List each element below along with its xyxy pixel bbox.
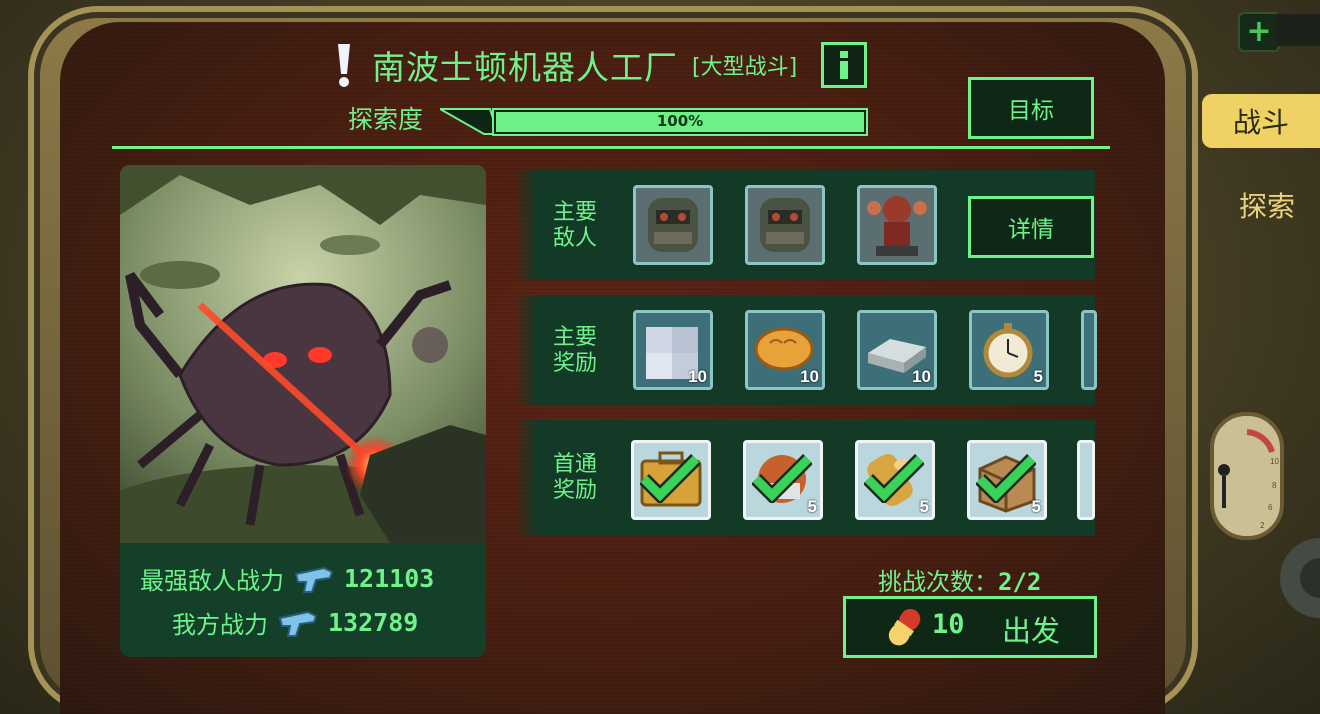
header-divider	[112, 146, 1110, 149]
pistol-icon	[278, 610, 318, 637]
svg-text:2: 2	[1260, 521, 1265, 530]
power-armor-robot-icon	[648, 198, 698, 252]
explore-progress: 100%	[440, 106, 868, 136]
gear-icon	[1272, 530, 1320, 626]
plus-icon: +	[1246, 14, 1272, 49]
checkmark-icon	[752, 454, 812, 503]
add-button[interactable]: +	[1238, 12, 1280, 52]
enemies-label: 主要 敌人	[552, 200, 597, 251]
info-icon	[840, 51, 849, 79]
enemy-slot[interactable]	[745, 185, 825, 265]
checkmark-icon	[864, 454, 924, 503]
strongest-enemy-label: 最强敌人战力	[140, 567, 284, 595]
red-sentry-robot-icon	[867, 196, 927, 256]
exclamation-icon	[330, 42, 358, 88]
side-tab-explore[interactable]: 探索	[1214, 178, 1320, 232]
reward-slot[interactable]: 5	[969, 310, 1049, 390]
first-clear-count: 5	[807, 497, 817, 516]
reward-slot[interactable]: 10	[745, 310, 825, 390]
info-button[interactable]	[821, 42, 868, 88]
svg-text:10: 10	[1270, 457, 1279, 466]
depart-button[interactable]: 10 出发	[843, 596, 1097, 658]
rewards-label: 主要 奖励	[552, 325, 597, 376]
first-clear-slot[interactable]: 5	[855, 440, 935, 520]
battle-type-tag: [大型战斗]	[692, 55, 798, 80]
our-power-row: 我方战力 132789	[172, 605, 418, 640]
battle-artwork	[120, 165, 486, 543]
reward-slot[interactable]: 10	[857, 310, 937, 390]
our-power-label: 我方战力	[172, 611, 268, 639]
details-button[interactable]: 详情	[968, 196, 1094, 258]
reward-count: 5	[1033, 367, 1043, 386]
checkmark-icon	[976, 454, 1036, 503]
pistol-icon	[294, 566, 334, 593]
enemy-slot[interactable]	[633, 185, 713, 265]
progress-percent: 100%	[656, 112, 704, 130]
reward-count: 10	[688, 367, 707, 386]
challenge-count: 挑战次数：2/2	[878, 562, 1041, 597]
explore-label: 探索度	[348, 105, 424, 134]
first-clear-slot[interactable]: 5	[743, 440, 823, 520]
enemy-slot[interactable]	[857, 185, 937, 265]
reward-slot[interactable]: 10	[633, 310, 713, 390]
side-tab-explore-label: 探索	[1238, 190, 1295, 223]
challenge-value: 2/2	[998, 568, 1042, 596]
title-row: 南波士顿机器人工厂 [大型战斗]	[330, 40, 868, 90]
power-stats-panel: 最强敌人战力 121103 我方战力 132789	[120, 543, 486, 657]
strongest-enemy-row: 最强敌人战力 121103	[140, 561, 434, 596]
gauge-icon: 10 8 6 2	[1210, 412, 1284, 540]
first-clear-slot-partial[interactable]	[1077, 440, 1095, 520]
top-right-bar	[1276, 14, 1320, 46]
power-armor-robot-icon	[760, 198, 810, 252]
progress-bar: 100%	[492, 108, 868, 136]
reward-count: 10	[800, 367, 819, 386]
first-clear-slot[interactable]: 5	[967, 440, 1047, 520]
goal-button[interactable]: 目标	[968, 77, 1094, 139]
checkmark-icon	[640, 454, 700, 503]
reward-slot-partial[interactable]	[1081, 310, 1097, 390]
our-power-value: 132789	[328, 608, 419, 637]
svg-text:8: 8	[1272, 481, 1277, 490]
details-button-label: 详情	[1008, 217, 1054, 243]
stimpak-pill-icon	[888, 608, 921, 646]
first-clear-count: 5	[1031, 497, 1041, 516]
side-tab-battle[interactable]: 战斗	[1202, 94, 1320, 148]
page-title: 南波士顿机器人工厂	[372, 48, 678, 87]
depart-cost: 10	[932, 609, 965, 640]
side-tab-battle-label: 战斗	[1232, 106, 1289, 139]
first-clear-count: 5	[919, 497, 929, 516]
reward-count: 10	[912, 367, 931, 386]
strongest-enemy-value: 121103	[344, 564, 435, 593]
svg-text:6: 6	[1268, 503, 1273, 512]
first-clear-label: 首通 奖励	[552, 452, 597, 503]
first-clear-slot[interactable]	[631, 440, 711, 520]
depart-label: 出发	[1002, 614, 1061, 648]
goal-button-label: 目标	[1008, 98, 1054, 124]
challenge-label: 挑战次数：	[878, 568, 998, 596]
